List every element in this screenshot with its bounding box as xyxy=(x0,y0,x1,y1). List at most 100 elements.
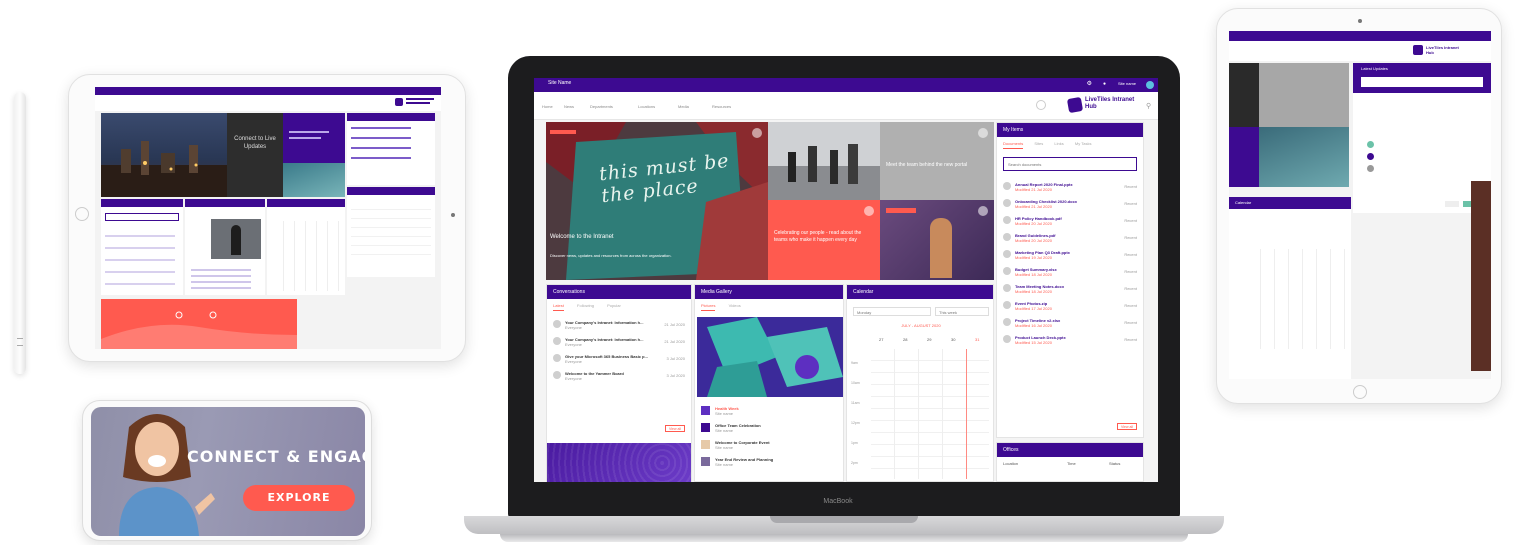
tab-links[interactable]: Links xyxy=(1054,141,1063,146)
crowd-photo-tile[interactable] xyxy=(768,122,880,200)
my-items-view-all-button[interactable]: View all xyxy=(1117,423,1137,430)
list-item[interactable]: Brand Guidelines.pdf Modified 20 Jul 2020… xyxy=(997,230,1143,247)
list-item[interactable]: Budget Summary.xlsx Modified 18 Jul 2020 R… xyxy=(997,264,1143,281)
video-thumbnail[interactable] xyxy=(211,219,261,259)
list-item[interactable]: Onboarding Checklist 2020.docx Modified 2… xyxy=(997,196,1143,213)
calendar-grid[interactable] xyxy=(871,349,989,479)
right-panel-select[interactable] xyxy=(1361,77,1483,87)
hero-main-action-icon[interactable] xyxy=(752,128,762,138)
list-item[interactable]: Your Company's Intranet: Information h..… xyxy=(547,334,691,351)
right-calendar-grid[interactable] xyxy=(1247,249,1347,349)
help-icon[interactable] xyxy=(1036,100,1046,110)
calendar-range-select[interactable]: This week xyxy=(935,307,989,316)
logo-text-line xyxy=(406,102,430,104)
table-rows xyxy=(351,201,431,261)
list-item[interactable]: Team Meeting Notes.docx Modified 18 Jul 2… xyxy=(997,281,1143,298)
list-item[interactable]: Product Launch Deck.pptx Modified 15 Jul … xyxy=(997,332,1143,349)
tab-sites[interactable]: Sites xyxy=(1034,141,1043,146)
my-items-tabs: Documents Sites Links My Tasks xyxy=(997,137,1143,149)
tab-documents[interactable]: Documents xyxy=(1003,141,1024,149)
calendar-day[interactable]: 30 xyxy=(951,337,955,342)
right-purple-tile[interactable] xyxy=(1229,127,1259,187)
news-panel-header xyxy=(347,113,435,121)
left-tablet-calendar-panel xyxy=(267,199,345,295)
media-gallery-title: Media Gallery xyxy=(695,285,843,299)
media-sub: Site name xyxy=(715,462,734,467)
calendar-day[interactable]: 27 xyxy=(879,337,883,342)
left-tablet-search-input[interactable] xyxy=(105,213,179,221)
left-tablet-table-panel xyxy=(347,187,435,277)
list-item[interactable]: Year End Review and Planning Site name xyxy=(695,454,843,471)
list-item[interactable]: Health Week Site name xyxy=(695,403,843,420)
media-thumb xyxy=(701,406,710,415)
tab-popular[interactable]: Popular xyxy=(607,303,621,308)
list-item[interactable]: Give your Microsoft 365 Business Basic p… xyxy=(547,351,691,368)
gallery-main-image[interactable] xyxy=(697,317,843,397)
nav-item-news[interactable]: News xyxy=(564,104,574,109)
coral-tile[interactable]: Celebrating our people - read about the … xyxy=(768,200,880,280)
tab-pictures[interactable]: Pictures xyxy=(701,303,716,311)
tab-following[interactable]: Following xyxy=(577,303,594,308)
live-updates-tile[interactable]: Connect to Live Updates xyxy=(227,113,283,197)
list-item[interactable]: Your Company's Intranet: Information h..… xyxy=(547,317,691,334)
conversation-title: Welcome to the Yammer Board xyxy=(565,371,624,376)
list-item[interactable]: HR Policy Handbook.pdf Modified 20 Jul 20… xyxy=(997,213,1143,230)
landscape-tile[interactable] xyxy=(283,163,345,197)
nav-item-departments[interactable]: Departments xyxy=(590,104,613,109)
documents-search-input[interactable] xyxy=(1003,157,1137,171)
list-item[interactable]: Annual Report 2020 Final.pptx Modified 21… xyxy=(997,179,1143,196)
explore-button[interactable]: EXPLORE xyxy=(243,485,355,511)
notification-icon[interactable]: ● xyxy=(1103,81,1106,87)
right-calendar-body xyxy=(1229,209,1351,379)
phone-screen: CONNECT & ENGAGE EXPLORE xyxy=(91,407,365,536)
file-icon xyxy=(1003,301,1011,309)
hero-main-tile[interactable]: this must be the place Welcome to the In… xyxy=(546,122,768,280)
list-item[interactable]: Project Timeline v2.xlsx Modified 16 Jul … xyxy=(997,315,1143,332)
laptop-notch xyxy=(770,516,918,523)
list-item[interactable]: Welcome to the Yammer Board Everyone 3 Jul… xyxy=(547,368,691,385)
calendar-panel-header xyxy=(267,199,345,207)
presenter-action-icon[interactable] xyxy=(978,206,988,216)
file-icon xyxy=(1003,216,1011,224)
avatar[interactable] xyxy=(1146,81,1154,89)
tab-latest[interactable]: Latest xyxy=(553,303,564,311)
list-item[interactable]: Welcome to Corporate Event Site name xyxy=(695,437,843,454)
nav-item-home[interactable]: Home xyxy=(542,104,553,109)
conversations-panel-header xyxy=(101,199,183,207)
calendar-day[interactable]: 28 xyxy=(903,337,907,342)
grey-photo-tile[interactable] xyxy=(1259,63,1349,127)
dark-tile[interactable] xyxy=(1229,63,1259,127)
media-thumb xyxy=(701,457,710,466)
right-landscape-tile[interactable] xyxy=(1259,127,1349,187)
presenter-tile[interactable] xyxy=(880,200,994,280)
calendar-day[interactable]: 31 xyxy=(975,337,979,342)
conversations-view-all-button[interactable]: View all xyxy=(665,425,685,432)
calendar-hour: 11am xyxy=(851,401,860,405)
nav-item-locations[interactable]: Locations xyxy=(638,104,655,109)
city-night-tile[interactable] xyxy=(101,113,227,197)
tab-videos[interactable]: Videos xyxy=(729,303,741,308)
tab-my-tasks[interactable]: My Tasks xyxy=(1075,141,1092,146)
secondary-button[interactable] xyxy=(1445,201,1459,207)
nav-item-resources[interactable]: Resources xyxy=(712,104,731,109)
coral-tile-action-icon[interactable] xyxy=(864,206,874,216)
list-item[interactable]: Office Team Celebration Site name xyxy=(695,420,843,437)
settings-icon[interactable]: ⚙ xyxy=(1087,80,1092,87)
media-sub: Site name xyxy=(715,445,734,450)
table-panel-header xyxy=(347,187,435,195)
conversation-title: Give your Microsoft 365 Business Basic p… xyxy=(565,354,648,359)
tablet-home-button xyxy=(75,207,89,221)
calendar-day[interactable]: 29 xyxy=(927,337,931,342)
nav-item-media[interactable]: Media xyxy=(678,104,689,109)
purple-banner[interactable] xyxy=(547,443,691,482)
grey-tile-action-icon[interactable] xyxy=(978,128,988,138)
news-line xyxy=(351,137,411,139)
search-icon[interactable]: ⚲ xyxy=(1146,102,1151,110)
right-tablet-topbar xyxy=(1229,31,1491,41)
left-tablet-coral-banner[interactable] xyxy=(101,299,297,349)
list-item[interactable]: Marketing Plan Q3 Draft.pptx Modified 19 … xyxy=(997,247,1143,264)
purple-tile[interactable] xyxy=(283,113,345,163)
grey-tile[interactable]: Meet the team behind the new portal xyxy=(880,122,994,200)
list-item[interactable]: Event Photos.zip Modified 17 Jul 2020 Rece… xyxy=(997,298,1143,315)
calendar-view-select[interactable]: Monday xyxy=(853,307,931,316)
